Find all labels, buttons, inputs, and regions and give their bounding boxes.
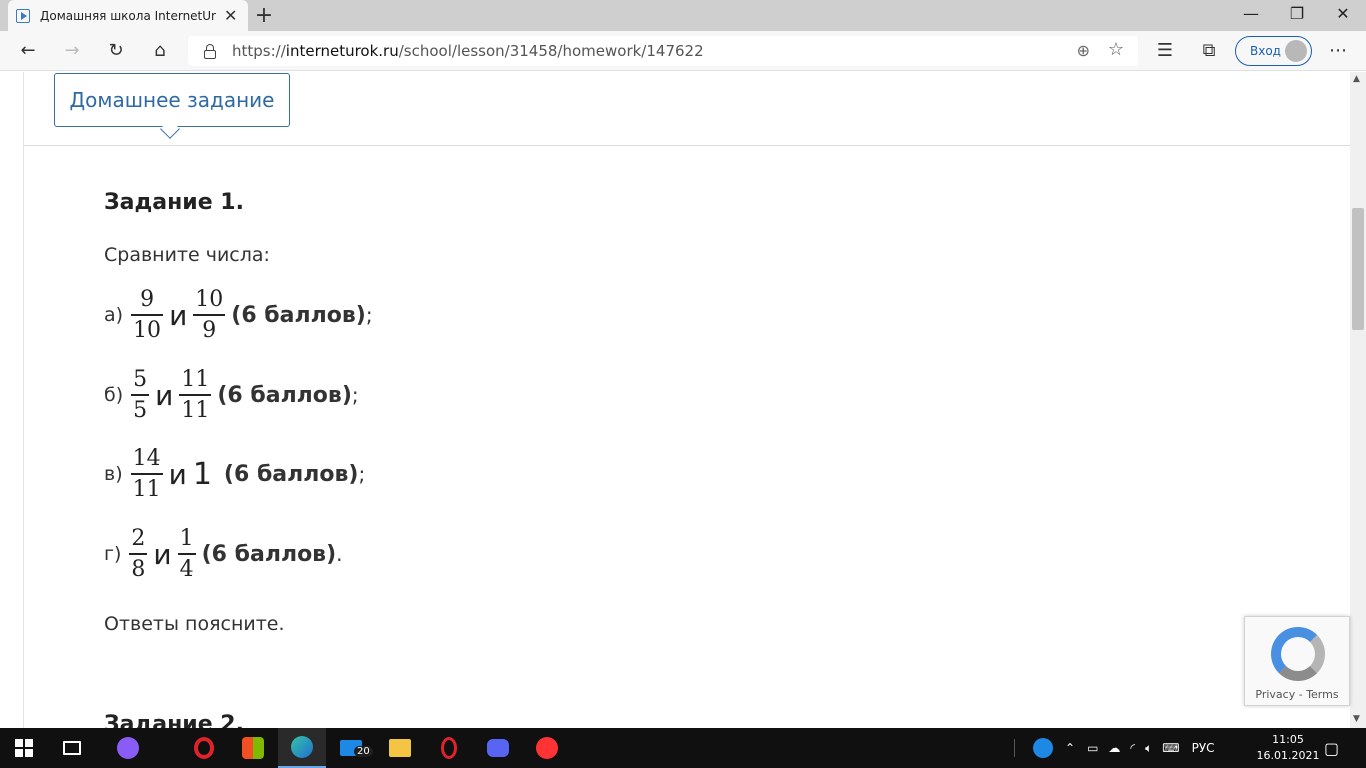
homework-tab-label[interactable]: Домашнее задание	[54, 73, 290, 127]
store-icon	[242, 737, 264, 759]
divider	[24, 145, 1350, 146]
chevron-up-icon[interactable]: ⌃	[1065, 741, 1075, 755]
site-favicon-icon	[16, 8, 30, 23]
recaptcha-links: Privacy - Terms	[1255, 688, 1339, 701]
volume-icon[interactable]: 🔈︎	[1145, 741, 1152, 756]
maximize-button[interactable]: ❐	[1282, 4, 1312, 23]
terms-link[interactable]: Terms	[1306, 688, 1338, 701]
address-bar[interactable]: https://interneturok.ru/school/lesson/31…	[188, 36, 1138, 66]
keyboard-icon[interactable]: ⌨	[1162, 741, 1179, 755]
opera-app[interactable]	[425, 728, 473, 768]
new-tab-button[interactable]: +	[254, 3, 274, 28]
tab-close-icon[interactable]: ✕	[224, 6, 237, 25]
points: (6 баллов)	[201, 541, 337, 567]
points: (6 баллов)	[223, 461, 359, 487]
points: (6 баллов)	[217, 382, 352, 408]
more-menu-icon[interactable]: ⋯	[1326, 39, 1350, 63]
tray-divider	[1014, 739, 1015, 757]
privacy-link[interactable]: Privacy	[1255, 688, 1295, 701]
fraction: 28	[129, 526, 148, 583]
clock[interactable]: 11:05 16.01.2021	[1256, 732, 1320, 764]
opera-gx-app[interactable]	[180, 728, 228, 768]
opera-icon	[194, 737, 214, 759]
lock-icon[interactable]	[204, 43, 216, 59]
answer-note: Ответы поясните.	[104, 613, 285, 635]
navigation-bar: ← → ↻ ⌂ https://interneturok.ru/school/l…	[0, 31, 1366, 71]
back-icon[interactable]: ←	[16, 39, 40, 63]
recaptcha-logo-icon	[1271, 627, 1325, 681]
close-window-button[interactable]: ✕	[1328, 4, 1358, 23]
reload-icon[interactable]: ↻	[104, 39, 128, 63]
scroll-up-icon[interactable]: ▲	[1353, 74, 1360, 84]
scroll-thumb[interactable]	[1352, 208, 1364, 330]
help-icon[interactable]	[1033, 738, 1053, 758]
recaptcha-badge[interactable]: Privacy - Terms	[1244, 616, 1350, 706]
tab-title: Домашняя школа InternetUrok.r	[40, 8, 216, 23]
file-explorer-app[interactable]	[376, 728, 424, 768]
task-item-c: в) 14 11 и 1 (6 баллов) ;	[104, 446, 366, 503]
favorites-icon[interactable]: ☰	[1153, 39, 1177, 63]
task-view-button[interactable]	[48, 728, 96, 768]
mail-badge: 20	[354, 746, 373, 757]
page-scrollbar[interactable]	[1350, 72, 1366, 728]
yandex-icon	[536, 737, 558, 759]
alice-icon	[117, 737, 139, 759]
fraction: 10 9	[193, 287, 226, 344]
scroll-down-icon[interactable]: ▼	[1353, 714, 1360, 724]
task-item-b: б) 55 и 11 11 (6 баллов) ;	[104, 367, 359, 424]
alice-app[interactable]	[104, 728, 152, 768]
login-button[interactable]: Вход	[1235, 36, 1312, 66]
task-view-icon	[63, 741, 81, 755]
opera-icon	[441, 737, 457, 759]
task-1-title: Задание 1.	[104, 190, 244, 215]
whole-number: 1	[192, 456, 212, 492]
points: (6 баллов)	[231, 302, 366, 328]
store-app[interactable]	[229, 728, 277, 768]
task-item-a: а) 9 10 и 10 9 (6 баллов) ;	[104, 287, 373, 344]
discord-icon	[487, 739, 509, 757]
collections-icon[interactable]: ⧉	[1197, 39, 1221, 63]
date: 16.01.2021	[1256, 749, 1320, 762]
system-tray: ⌃ ▭ ☁ ◜ 🔈︎ ⌨ РУС	[1014, 728, 1215, 768]
yandex-browser-app[interactable]	[523, 728, 571, 768]
fraction: 14	[177, 526, 196, 583]
browser-tab[interactable]: Домашняя школа InternetUrok.r ✕	[8, 0, 248, 31]
taskbar: 20 ⌃ ▭ ☁ ◜ 🔈︎ ⌨ РУС 11:05 16.01.2021 ▢	[0, 728, 1366, 768]
home-icon[interactable]: ⌂	[148, 39, 172, 63]
edge-icon	[291, 736, 313, 758]
discord-app[interactable]	[474, 728, 522, 768]
task-2-title: Задание 2.	[104, 712, 244, 728]
fraction: 11 11	[179, 367, 212, 424]
network-icon[interactable]: ◜	[1130, 741, 1135, 755]
forward-icon[interactable]: →	[60, 39, 84, 63]
zoom-icon[interactable]: ⊕	[1077, 41, 1090, 60]
edge-app[interactable]	[278, 728, 326, 768]
start-button[interactable]	[0, 728, 48, 768]
login-label: Вход	[1250, 44, 1281, 58]
windows-logo-icon	[15, 739, 33, 757]
content-border	[23, 72, 24, 728]
minimize-button[interactable]: —	[1236, 4, 1266, 23]
fraction: 55	[131, 367, 150, 424]
notifications-icon[interactable]: ▢	[1324, 728, 1339, 768]
meet-now-icon[interactable]: ▭	[1087, 741, 1098, 755]
favorite-star-icon[interactable]: ☆	[1108, 39, 1124, 60]
avatar	[1285, 40, 1307, 62]
task-item-d: г) 28 и 14 (6 баллов) .	[104, 526, 343, 583]
url-text[interactable]: https://interneturok.ru/school/lesson/31…	[232, 42, 704, 60]
task-1-instruction: Сравните числа:	[104, 244, 270, 266]
page-content: Домашнее задание Задание 1. Сравните чис…	[0, 72, 1350, 728]
fraction: 9 10	[131, 287, 164, 344]
language-indicator[interactable]: РУС	[1192, 741, 1215, 755]
time: 11:05	[1272, 733, 1304, 746]
fraction: 14 11	[130, 446, 163, 503]
onedrive-icon[interactable]: ☁	[1108, 741, 1120, 755]
tab-strip: Домашняя школа InternetUrok.r ✕ + — ❐ ✕	[0, 0, 1366, 31]
folder-icon	[389, 739, 411, 757]
